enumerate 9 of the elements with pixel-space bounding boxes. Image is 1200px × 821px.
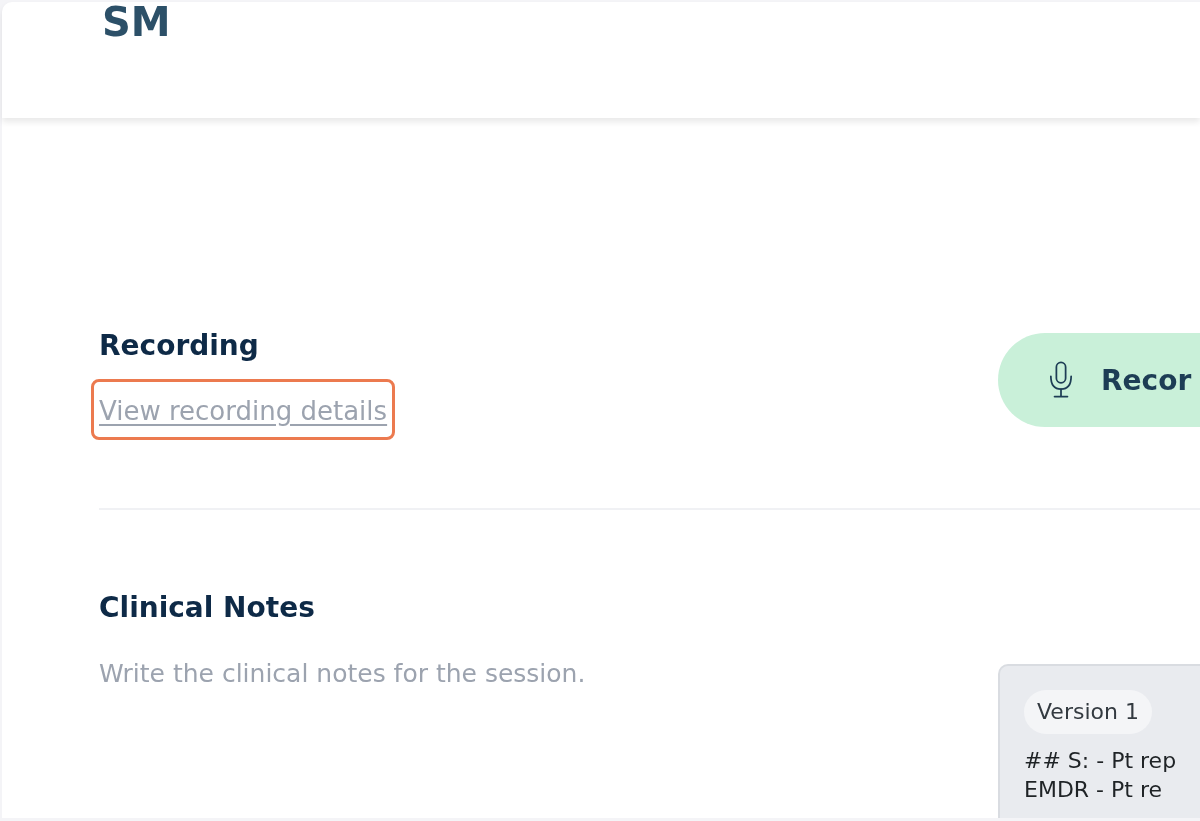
note-text: EMDR - Pt re bbox=[1024, 776, 1162, 804]
microphone-icon bbox=[1049, 361, 1073, 399]
record-button[interactable]: Recor bbox=[998, 333, 1200, 427]
note-text: ## S: - Pt rep bbox=[1024, 747, 1177, 775]
initials: SM bbox=[102, 2, 171, 42]
section-title: Recording bbox=[99, 328, 259, 364]
section-title: Clinical Notes bbox=[99, 590, 315, 626]
version-label: Version 1 bbox=[1024, 690, 1152, 734]
section-description: Write the clinical notes for the session. bbox=[99, 658, 586, 690]
